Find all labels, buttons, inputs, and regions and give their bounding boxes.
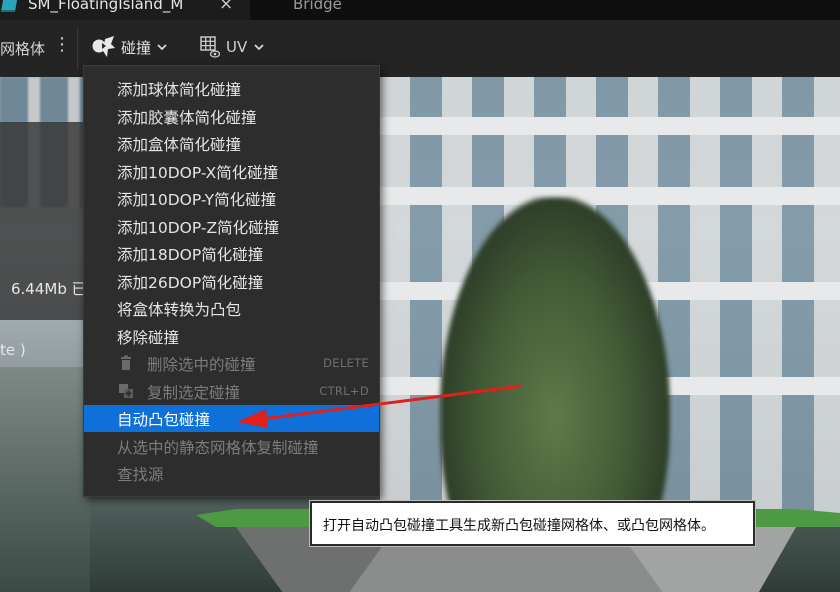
menu-item-add-18dop-collision[interactable]: 添加18DOP简化碰撞 <box>84 240 379 267</box>
close-icon[interactable]: × <box>219 0 233 14</box>
menu-item-add-capsule-collision[interactable]: 添加胶囊体简化碰撞 <box>84 103 379 130</box>
menu-item-add-box-collision[interactable]: 添加盒体简化碰撞 <box>84 130 379 157</box>
editor-tab-bar: SM_FloatingIsland_M × Bridge <box>0 0 840 20</box>
menu-item-add-10dop-z-collision[interactable]: 添加10DOP-Z简化碰撞 <box>84 213 379 240</box>
menu-item-find-source: 查找源 <box>117 466 164 484</box>
collision-icon <box>92 36 115 57</box>
lower-left-scenery <box>0 367 90 592</box>
chevron-down-icon <box>254 44 264 51</box>
viewport-stats-panel: 6.44Mb 已 te ) <box>0 122 90 359</box>
building-floor-band <box>380 117 840 135</box>
uv-grid-icon <box>200 36 220 58</box>
menu-item-add-sphere-collision[interactable]: 添加球体简化碰撞 <box>84 75 379 102</box>
shortcut-hint: DELETE <box>323 356 369 370</box>
tab-bridge[interactable]: Bridge <box>293 0 342 13</box>
chevron-down-icon <box>157 44 167 51</box>
mesh-menu-label[interactable]: 网格体 <box>0 38 45 59</box>
collision-dropdown-menu: 添加球体简化碰撞 添加胶囊体简化碰撞 添加盒体简化碰撞 添加10DOP-X简化碰… <box>83 65 380 497</box>
menu-item-delete-selected-collision: 删除选中的碰撞 DELETE <box>84 350 379 377</box>
shortcut-hint: CTRL+D <box>319 383 369 398</box>
menu-item-auto-convex-collision[interactable]: 自动凸包碰撞 <box>84 405 379 432</box>
memory-size-text: 6.44Mb 已 <box>11 280 87 298</box>
collision-menu-button[interactable]: 碰撞 <box>90 34 168 60</box>
collision-menu-label: 碰撞 <box>121 38 152 57</box>
stats-text-fragment: te ) <box>0 341 26 359</box>
menu-item-add-10dop-y-collision[interactable]: 添加10DOP-Y简化碰撞 <box>84 185 379 212</box>
uv-menu-label: UV <box>226 38 248 56</box>
menu-item-add-10dop-x-collision[interactable]: 添加10DOP-X简化碰撞 <box>84 158 379 185</box>
menu-item-tooltip: 打开自动凸包碰撞工具生成新凸包碰撞网格体、或凸包网格体。 <box>309 500 756 547</box>
tab-static-mesh[interactable]: SM_FloatingIsland_M × <box>0 0 250 20</box>
uv-menu-button[interactable]: UV <box>200 34 265 60</box>
trash-icon <box>121 355 131 370</box>
menu-item-add-26dop-collision[interactable]: 添加26DOP简化碰撞 <box>84 268 379 295</box>
tab-title: SM_FloatingIsland_M <box>28 0 184 13</box>
toolbar-divider <box>77 28 78 70</box>
menu-item-remove-collision[interactable]: 移除碰撞 <box>84 323 379 350</box>
tooltip-text: 打开自动凸包碰撞工具生成新凸包碰撞网格体、或凸包网格体。 <box>323 518 715 534</box>
more-options-icon[interactable]: ⋮ <box>53 34 71 55</box>
menu-item-copy-collision-from-selected-mesh: 从选中的静态网格体复制碰撞 <box>117 438 319 457</box>
menu-item-convert-box-to-convex[interactable]: 将盒体转换为凸包 <box>84 295 379 322</box>
duplicate-icon <box>119 383 133 398</box>
menu-item-duplicate-selected-collision: 复制选定碰撞 CTRL+D <box>84 378 379 405</box>
static-mesh-icon <box>0 0 18 12</box>
